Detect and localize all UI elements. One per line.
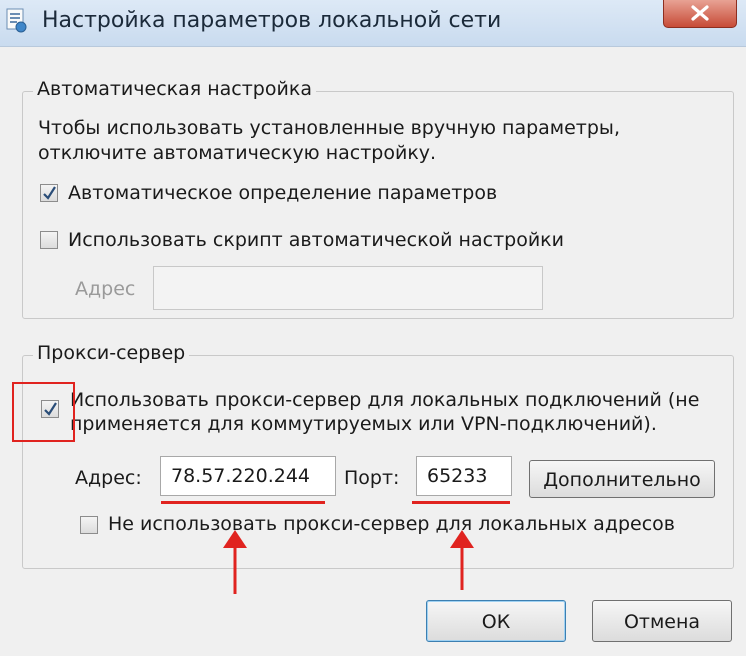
- close-icon: [691, 5, 709, 21]
- proxy-legend: Прокси-сервер: [33, 342, 190, 364]
- arrow-up-icon: [223, 530, 247, 594]
- auto-config-desc-line2: отключите автоматическую настройку.: [38, 142, 437, 164]
- bypass-local-checkbox[interactable]: [80, 516, 98, 534]
- use-proxy-label-line2[interactable]: применяется для коммутируемых или VPN-по…: [70, 413, 657, 435]
- port-underline: [412, 501, 510, 504]
- network-settings-icon: [6, 8, 28, 34]
- use-proxy-label-line1[interactable]: Использовать прокси-сервер для локальных…: [70, 389, 699, 411]
- title-bar: Настройка параметров локальной сети: [0, 0, 746, 47]
- auto-script-checkbox[interactable]: [40, 231, 58, 249]
- auto-config-desc-line1: Чтобы использовать установленные вручную…: [38, 117, 620, 139]
- auto-script-label[interactable]: Использовать скрипт автоматической настр…: [68, 229, 564, 251]
- proxy-port-label: Порт:: [344, 467, 400, 489]
- auto-detect-checkbox[interactable]: [40, 184, 58, 202]
- window-title: Настройка параметров локальной сети: [42, 8, 502, 33]
- arrow-up-icon: [450, 530, 474, 590]
- auto-script-address-label: Адрес: [75, 278, 136, 300]
- check-icon: [43, 186, 56, 200]
- cancel-button[interactable]: Отмена: [592, 600, 732, 642]
- auto-config-legend: Автоматическая настройка: [33, 78, 316, 100]
- bypass-local-label[interactable]: Не использовать прокси-сервер для локаль…: [108, 513, 675, 535]
- ok-button[interactable]: ОК: [426, 600, 566, 642]
- proxy-address-field[interactable]: 78.57.220.244: [160, 456, 336, 496]
- auto-script-address-field[interactable]: [153, 266, 543, 310]
- close-button[interactable]: [663, 0, 737, 28]
- advanced-button[interactable]: Дополнительно: [529, 460, 715, 498]
- proxy-port-field[interactable]: 65233: [416, 456, 512, 496]
- auto-detect-label[interactable]: Автоматическое определение параметров: [68, 182, 497, 204]
- address-underline: [161, 501, 325, 504]
- proxy-address-label: Адрес:: [75, 467, 142, 489]
- checkbox-highlight-box: [12, 382, 75, 442]
